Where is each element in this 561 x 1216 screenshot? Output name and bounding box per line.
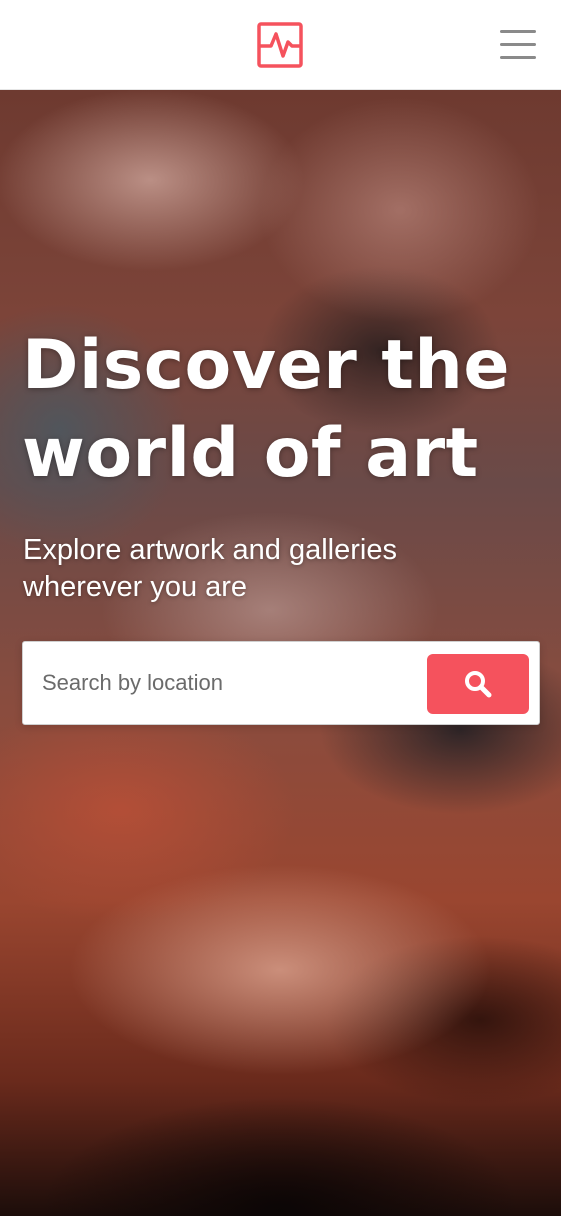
hero-section: Discover the world of art Explore artwor…: [0, 90, 561, 1216]
hero-subtitle-line: wherever you are: [23, 571, 248, 603]
menu-bar-top: [500, 30, 536, 33]
search-button[interactable]: [427, 654, 529, 714]
hero-title: Discover the world of art: [22, 322, 542, 498]
location-search-form: [22, 641, 540, 725]
top-navigation-bar: [0, 0, 561, 90]
hero-subtitle-line: Explore artwork and galleries: [23, 534, 397, 566]
logo-icon[interactable]: [257, 22, 303, 68]
hero-title-line: world of art: [22, 414, 479, 493]
hero-title-line: Discover the: [22, 326, 510, 405]
search-icon: [465, 671, 492, 698]
menu-bar-bottom: [500, 56, 536, 59]
hamburger-menu-button[interactable]: [496, 26, 540, 64]
location-search-input[interactable]: [23, 642, 423, 724]
hero-subtitle: Explore artwork and galleries wherever y…: [23, 532, 523, 606]
menu-bar-middle: [500, 43, 536, 46]
